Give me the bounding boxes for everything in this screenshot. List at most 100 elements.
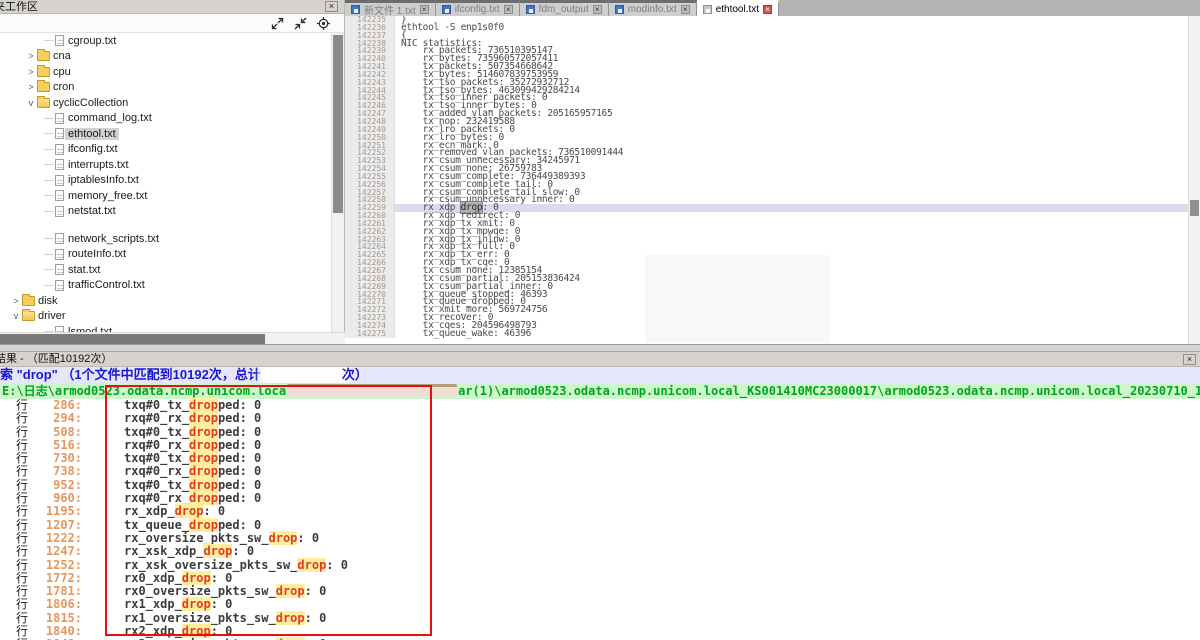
file-tree[interactable]: cgroup.txt>cna>cpu>cronvcyclicCollection… <box>0 33 332 332</box>
tab-close-icon[interactable]: × <box>763 5 772 14</box>
tab-label: fdm_output <box>539 4 589 15</box>
result-row[interactable]: 行1207:tx_queue_dropped: 0 <box>0 519 1200 532</box>
tree-item-memory_free.txt[interactable]: memory_free.txt <box>0 188 332 204</box>
result-file-path-line[interactable]: E:\日志\armod0523.odata.ncmp.unicom.locaar… <box>0 383 1200 399</box>
line-text: rx_csum_unnecessary_inner: 0 <box>395 196 1188 204</box>
tab-close-icon[interactable]: × <box>504 5 513 14</box>
tab-modinfo.txt[interactable]: modinfo.txt× <box>609 0 697 16</box>
tree-item-iptablesInfo.txt[interactable]: iptablesInfo.txt <box>0 173 332 189</box>
line-text: rx_xdp_tx_full: 0 <box>395 243 1188 251</box>
result-row[interactable]: 行1247:rx_xsk_xdp_drop: 0 <box>0 545 1200 558</box>
row-match-text: rxq#0_rx_dropped: 0 <box>124 492 261 505</box>
workspace-close-icon[interactable]: × <box>325 1 338 12</box>
expander-icon[interactable]: v <box>10 311 22 321</box>
tab-label: ethtool.txt <box>716 4 759 15</box>
tab-close-icon[interactable]: × <box>420 5 429 14</box>
result-row[interactable]: 行952:txq#0_tx_dropped: 0 <box>0 479 1200 492</box>
line-number: 142275 <box>345 330 395 338</box>
result-row[interactable]: 行508:txq#0_tx_dropped: 0 <box>0 426 1200 439</box>
tree-item-disk[interactable]: >disk <box>0 293 332 309</box>
tree-item-cyclicCollection[interactable]: v cyclicCollection <box>0 95 332 111</box>
panel-splitter[interactable] <box>0 344 1200 352</box>
row-line-number: 1207: <box>36 519 82 532</box>
match-highlight: drop <box>189 518 218 532</box>
tree-item-label: trafficControl.txt <box>65 279 148 291</box>
tab-close-icon[interactable]: × <box>593 5 602 14</box>
tab-ethtool.txt[interactable]: ethtool.txt × <box>697 0 779 16</box>
tab-新文件 1.txt[interactable]: 新文件 1.txt× <box>345 0 436 16</box>
locate-file-icon[interactable] <box>317 17 330 30</box>
result-row[interactable]: 行516:rxq#0_rx_dropped: 0 <box>0 439 1200 452</box>
row-line-prefix: 行 <box>16 612 36 625</box>
workspace-panel-title: 夹工作区 × <box>0 0 344 14</box>
result-row[interactable]: 行1781:rx0_oversize_pkts_sw_drop: 0 <box>0 585 1200 598</box>
editor-vertical-scrollbar-thumb[interactable] <box>1190 200 1199 216</box>
tree-item-driver[interactable]: vdriver <box>0 309 332 325</box>
row-line-number: 1840: <box>36 625 82 638</box>
tree-item-stat.txt[interactable]: stat.txt <box>0 262 332 278</box>
tree-connector <box>44 164 54 165</box>
collapse-all-icon[interactable] <box>294 17 307 30</box>
tree-item-label: iptablesInfo.txt <box>65 174 142 186</box>
results-close-icon[interactable]: × <box>1183 354 1196 365</box>
result-row[interactable]: 行960:rxq#0_rx_dropped: 0 <box>0 492 1200 505</box>
result-row[interactable]: 行1195:rx_xdp_drop: 0 <box>0 505 1200 518</box>
tree-item-cgroup.txt[interactable]: cgroup.txt <box>0 33 332 49</box>
file-icon <box>55 35 64 46</box>
result-row[interactable]: 行286:txq#0_tx_dropped: 0 <box>0 399 1200 412</box>
expander-icon[interactable]: > <box>25 82 37 92</box>
tab-ifconfig.txt[interactable]: ifconfig.txt× <box>436 0 520 16</box>
result-row[interactable]: 行1772:rx0_xdp_drop: 0 <box>0 572 1200 585</box>
row-line-prefix: 行 <box>16 625 36 638</box>
expand-all-icon[interactable] <box>271 17 284 30</box>
result-row[interactable]: 行1252:rx_xsk_oversize_pkts_sw_drop: 0 <box>0 559 1200 572</box>
tree-item-interrupts.txt[interactable]: interrupts.txt <box>0 157 332 173</box>
row-match-text: txq#0_tx_dropped: 0 <box>124 426 261 439</box>
result-row[interactable]: 行294:rxq#0_rx_dropped: 0 <box>0 412 1200 425</box>
tree-item-cron[interactable]: >cron <box>0 80 332 96</box>
result-row[interactable]: 行730:txq#0_tx_dropped: 0 <box>0 452 1200 465</box>
result-row[interactable]: 行1815:rx1_oversize_pkts_sw_drop: 0 <box>0 612 1200 625</box>
editor-vertical-scrollbar[interactable] <box>1188 16 1200 344</box>
expander-icon[interactable]: v <box>25 98 37 108</box>
tree-item-command_log.txt[interactable]: command_log.txt <box>0 111 332 127</box>
tab-fdm_output[interactable]: fdm_output × <box>520 0 609 16</box>
result-row[interactable]: 行738:rxq#0_rx_dropped: 0 <box>0 465 1200 478</box>
workspace-toolbar <box>0 14 344 33</box>
tree-item-ethtool.txt[interactable]: ethtool.txt <box>0 126 332 142</box>
tree-vertical-scrollbar[interactable] <box>331 33 344 332</box>
search-results-panel: 结果 - （匹配10192次） × 索 "drop" （1个文件中匹配到1019… <box>0 352 1200 640</box>
tree-item-lsmod.txt[interactable]: lsmod.txt <box>0 324 332 332</box>
result-list[interactable]: 行286:txq#0_tx_dropped: 0行294:rxq#0_rx_dr… <box>0 399 1200 640</box>
expander-icon[interactable]: > <box>10 296 22 306</box>
tree-item-label: cpu <box>50 66 74 78</box>
expander-icon[interactable]: > <box>25 67 37 77</box>
tree-item-trafficControl.txt[interactable]: trafficControl.txt <box>0 278 332 294</box>
tab-close-icon[interactable]: × <box>681 5 690 14</box>
line-text: rx_lro_bytes: 0 <box>395 134 1188 142</box>
tree-item-label: ifconfig.txt <box>65 143 121 155</box>
result-row[interactable]: 行1806:rx1_xdp_drop: 0 <box>0 598 1200 611</box>
row-line-number: 960: <box>36 492 82 505</box>
tree-item-cpu[interactable]: > cpu <box>0 64 332 80</box>
tree-horizontal-scrollbar[interactable] <box>0 332 345 344</box>
row-line-prefix: 行 <box>16 598 36 611</box>
tree-item-routeInfo.txt[interactable]: routeInfo.txt <box>0 247 332 263</box>
result-row[interactable]: 行1840:rx2_xdp_drop: 0 <box>0 625 1200 638</box>
tree-horizontal-scrollbar-thumb[interactable] <box>0 334 265 344</box>
tree-item-netstat.txt[interactable]: netstat.txt <box>0 204 332 220</box>
row-match-text: rx0_oversize_pkts_sw_drop: 0 <box>124 585 326 598</box>
tree-item-network_scripts.txt[interactable]: network_scripts.txt <box>0 231 332 247</box>
search-summary-suffix: 次） <box>342 367 368 382</box>
file-icon <box>55 264 64 275</box>
tree-item-ifconfig.txt[interactable]: ifconfig.txt <box>0 142 332 158</box>
tree-item-cna[interactable]: >cna <box>0 49 332 65</box>
expander-icon[interactable]: > <box>25 51 37 61</box>
row-match-text: rx1_oversize_pkts_sw_drop: 0 <box>124 612 326 625</box>
tree-vertical-scrollbar-thumb[interactable] <box>333 35 343 213</box>
tree-connector <box>44 238 54 239</box>
tree-spacer <box>0 219 332 231</box>
row-line-prefix: 行 <box>16 585 36 598</box>
tree-item-label: cyclicCollection <box>50 97 131 109</box>
result-row[interactable]: 行1222:rx_oversize_pkts_sw_drop: 0 <box>0 532 1200 545</box>
